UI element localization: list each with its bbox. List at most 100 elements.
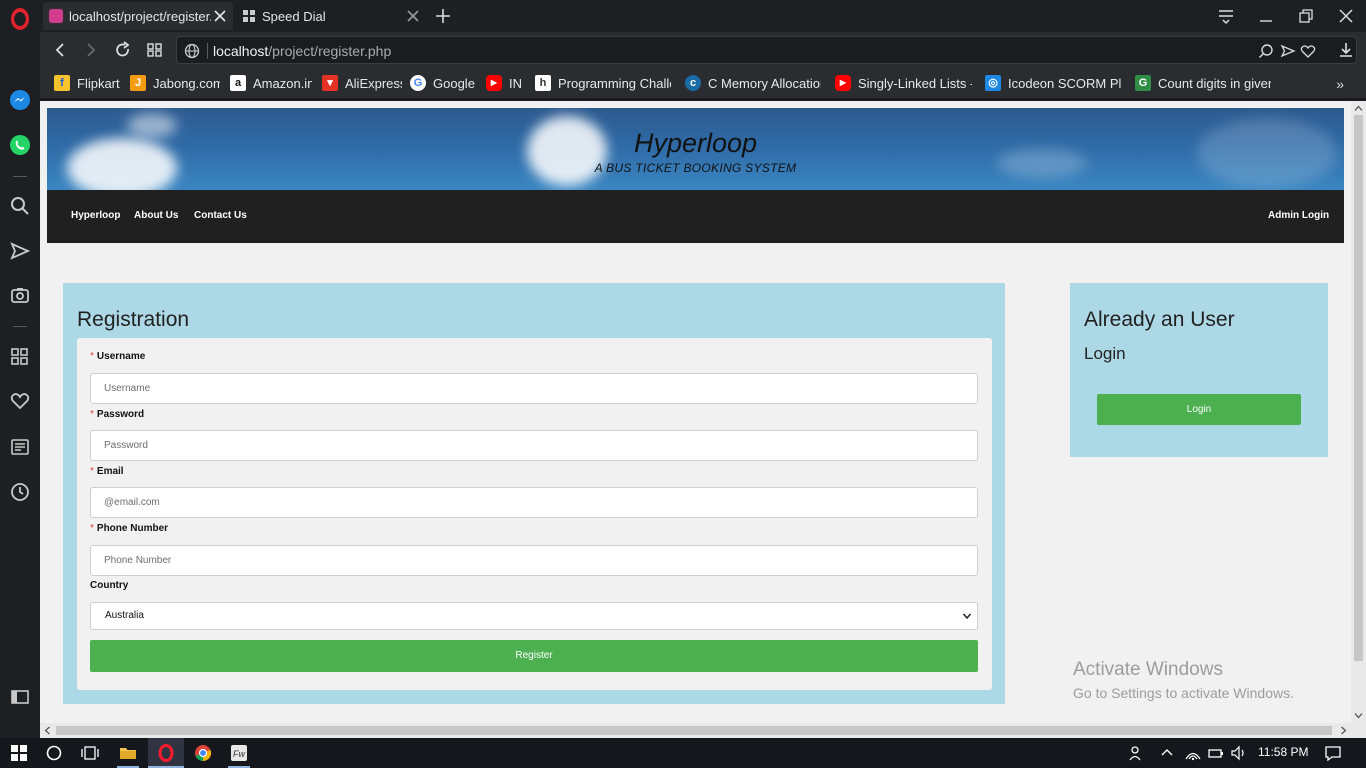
file-explorer-icon[interactable] bbox=[119, 744, 137, 762]
bookmark-heart-icon[interactable] bbox=[1300, 43, 1316, 59]
minimize-icon[interactable] bbox=[1256, 6, 1276, 26]
bookmark-aliexpress[interactable]: ▾ AliExpress bbox=[322, 74, 402, 92]
horizontal-scroll-thumb[interactable] bbox=[56, 726, 1332, 735]
chrome-icon[interactable] bbox=[194, 744, 212, 762]
c-icon: c bbox=[685, 75, 701, 91]
scroll-left-arrow-icon[interactable] bbox=[43, 726, 52, 735]
tab-speed-dial[interactable]: Speed Dial bbox=[236, 2, 426, 30]
horizontal-scrollbar[interactable] bbox=[40, 723, 1351, 738]
reload-icon[interactable] bbox=[113, 40, 133, 60]
tab-register[interactable]: localhost/project/register.p bbox=[43, 2, 233, 30]
bookmark-jabong[interactable]: J Jabong.com bbox=[130, 74, 220, 92]
site-header: Hyperloop A BUS TICKET BOOKING SYSTEM bbox=[47, 108, 1344, 190]
sidebar-toggle-icon[interactable] bbox=[9, 686, 31, 708]
nav-link-home[interactable]: Hyperloop bbox=[71, 210, 120, 221]
email-input[interactable] bbox=[90, 487, 978, 518]
speed-dial-grid-icon[interactable] bbox=[145, 40, 165, 60]
bookmark-label: C Memory Allocation bbox=[708, 75, 821, 91]
registration-card: Registration *Username *Password *Email … bbox=[63, 283, 1005, 704]
username-input[interactable] bbox=[90, 373, 978, 404]
chevron-up-icon[interactable] bbox=[1158, 744, 1176, 762]
site-title: Hyperloop bbox=[633, 128, 758, 158]
bookmark-label: IN bbox=[509, 75, 522, 91]
new-tab-icon[interactable] bbox=[433, 6, 453, 26]
restore-icon[interactable] bbox=[1296, 6, 1316, 26]
speed-dial-icon[interactable] bbox=[9, 345, 31, 367]
cortana-search-icon[interactable] bbox=[45, 744, 63, 762]
registration-heading: Registration bbox=[77, 308, 190, 331]
scroll-up-arrow-icon[interactable] bbox=[1354, 104, 1363, 113]
required-marker: * bbox=[90, 351, 94, 362]
register-button[interactable]: Register bbox=[90, 640, 978, 672]
vertical-scroll-thumb[interactable] bbox=[1354, 115, 1363, 661]
taskbar-clock[interactable]: 11:58 PM bbox=[1258, 745, 1308, 759]
bookmark-flipkart[interactable]: f Flipkart bbox=[54, 74, 120, 92]
url-host: localhost bbox=[213, 43, 269, 59]
bookmark-in[interactable]: ▶ IN bbox=[486, 74, 526, 92]
nav-link-admin-login[interactable]: Admin Login bbox=[1268, 210, 1329, 221]
bookmarks-more-icon[interactable]: » bbox=[1336, 76, 1344, 92]
history-icon[interactable] bbox=[9, 481, 31, 503]
search-icon[interactable] bbox=[9, 195, 31, 217]
send-to-flow-icon[interactable] bbox=[1280, 43, 1296, 59]
icodeon-icon: ◎ bbox=[985, 75, 1001, 91]
camera-icon[interactable] bbox=[9, 284, 31, 306]
bookmark-linked-lists[interactable]: ▶ Singly-Linked Lists - Y bbox=[835, 74, 972, 92]
tab-menu-icon[interactable] bbox=[1216, 6, 1236, 26]
battery-icon[interactable] bbox=[1207, 744, 1225, 762]
nav-link-about[interactable]: About Us bbox=[134, 210, 178, 221]
action-center-icon[interactable] bbox=[1324, 744, 1342, 762]
vertical-scrollbar[interactable] bbox=[1351, 101, 1366, 723]
whatsapp-icon[interactable] bbox=[9, 134, 31, 156]
login-button[interactable]: Login bbox=[1097, 394, 1301, 425]
label-text: Username bbox=[96, 351, 146, 362]
task-view-icon[interactable] bbox=[81, 744, 99, 762]
hackerearth-icon: h bbox=[535, 75, 551, 91]
fireworks-icon[interactable]: Fw bbox=[230, 744, 248, 762]
scroll-down-arrow-icon[interactable] bbox=[1354, 711, 1363, 720]
search-page-icon[interactable] bbox=[1258, 43, 1274, 59]
country-label: Country bbox=[90, 580, 129, 591]
registration-form: *Username *Password *Email *Phone Number… bbox=[77, 338, 992, 690]
back-icon[interactable] bbox=[50, 40, 70, 60]
bookmark-c-memory[interactable]: c C Memory Allocation bbox=[685, 74, 821, 92]
url-text[interactable]: localhost/project/register.php bbox=[213, 43, 391, 59]
bookmark-count-digits[interactable]: G Count digits in given bbox=[1135, 74, 1271, 92]
bookmark-icodeon[interactable]: ◎ Icodeon SCORM Play bbox=[985, 74, 1121, 92]
tab-close-icon[interactable] bbox=[213, 9, 227, 23]
nav-link-contact[interactable]: Contact Us bbox=[194, 210, 247, 221]
tab-bar: localhost/project/register.p Speed Dial bbox=[40, 0, 1366, 32]
tab-close-icon[interactable] bbox=[406, 9, 420, 23]
bookmark-label: AliExpress bbox=[345, 75, 402, 91]
bookmark-google[interactable]: G Google bbox=[410, 74, 478, 92]
address-bar[interactable]: localhost/project/register.php bbox=[176, 36, 1357, 64]
volume-icon[interactable] bbox=[1230, 744, 1248, 762]
messenger-icon[interactable] bbox=[9, 89, 31, 111]
forward-icon[interactable] bbox=[81, 40, 101, 60]
opera-taskbar-icon[interactable] bbox=[157, 744, 175, 762]
bookmark-label: Flipkart bbox=[77, 75, 120, 91]
windows-start-icon[interactable] bbox=[10, 744, 28, 762]
close-window-icon[interactable] bbox=[1336, 6, 1356, 26]
phone-input[interactable] bbox=[90, 545, 978, 576]
google-icon: G bbox=[410, 75, 426, 91]
youtube-icon: ▶ bbox=[486, 75, 502, 91]
password-label: * Password bbox=[90, 409, 144, 420]
password-input[interactable] bbox=[90, 430, 978, 461]
scrollbar-corner bbox=[1351, 723, 1366, 738]
bookmark-amazon[interactable]: a Amazon.in bbox=[230, 74, 312, 92]
opera-logo-icon[interactable] bbox=[10, 8, 30, 30]
download-icon[interactable] bbox=[1336, 40, 1356, 60]
label-text: Password bbox=[96, 409, 145, 420]
bookmark-programming[interactable]: h Programming Challe bbox=[535, 74, 671, 92]
opera-sidebar bbox=[0, 0, 40, 738]
send-icon[interactable] bbox=[9, 240, 31, 262]
news-icon[interactable] bbox=[9, 436, 31, 458]
bookmark-label: Jabong.com bbox=[153, 75, 220, 91]
country-select[interactable]: Australia bbox=[90, 602, 978, 630]
scroll-right-arrow-icon[interactable] bbox=[1339, 726, 1348, 735]
people-icon[interactable] bbox=[1128, 744, 1146, 762]
required-marker: * bbox=[90, 523, 94, 534]
wifi-icon[interactable] bbox=[1184, 744, 1202, 762]
heart-icon[interactable] bbox=[9, 390, 31, 412]
